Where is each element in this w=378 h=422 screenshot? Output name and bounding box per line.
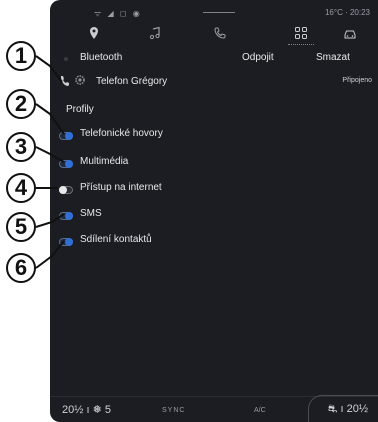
callout-3: 3	[6, 132, 36, 162]
callout-5: 5	[6, 212, 36, 242]
paired-device-row[interactable]: Telefon Grégory Připojeno	[50, 72, 378, 92]
tab-apps[interactable]	[291, 24, 311, 42]
music-note-icon	[149, 26, 160, 40]
sync-button[interactable]: SYNC	[162, 407, 185, 414]
ac-button[interactable]: A/C	[254, 407, 266, 414]
profiles-heading: Profily	[66, 104, 94, 115]
callout-2: 2	[6, 89, 36, 119]
status-divider	[203, 12, 235, 13]
profile-sms-row[interactable]: SMS	[50, 204, 378, 224]
callout-4: 4	[6, 173, 36, 203]
sms-toggle[interactable]	[59, 212, 73, 220]
media-toggle[interactable]	[59, 160, 73, 168]
right-temperature[interactable]: ⛐ ı 20½	[328, 403, 368, 417]
callout-6: 6	[6, 253, 36, 283]
toggle-knob	[65, 212, 73, 220]
profile-label: Přístup na internet	[80, 182, 162, 193]
contacts-toggle[interactable]	[59, 238, 73, 246]
bluetooth-indicator	[64, 57, 68, 61]
infotainment-screen: ᯤ ◢ ◻ ◉ 16°C · 20:23 Bluetooth Odpojit S…	[50, 0, 378, 422]
internet-toggle[interactable]	[59, 186, 73, 194]
delete-button[interactable]: Smazat	[316, 52, 350, 66]
apps-grid-icon	[295, 27, 307, 39]
profile-label: SMS	[80, 208, 102, 219]
tab-navigation[interactable]	[84, 24, 104, 42]
bluetooth-label: Bluetooth	[80, 52, 123, 63]
calls-toggle[interactable]	[59, 132, 73, 140]
profile-internet-row[interactable]: Přístup na internet	[50, 178, 378, 198]
profile-label: Telefonické hovory	[80, 128, 163, 139]
location-pin-icon	[90, 27, 98, 39]
profile-label: Sdílení kontaktů	[80, 234, 152, 245]
car-icon	[344, 30, 356, 39]
connection-status: Připojeno	[342, 77, 372, 84]
active-tab-indicator	[288, 44, 314, 45]
profile-contacts-row[interactable]: Sdílení kontaktů	[50, 230, 378, 250]
tab-media[interactable]	[145, 24, 165, 42]
climate-bar: 20½ ı ❅ 5 SYNC A/C ⛐ ı 20½	[50, 395, 378, 422]
tab-vehicle[interactable]	[340, 24, 360, 42]
toggle-knob	[65, 238, 73, 246]
phone-icon	[61, 76, 69, 86]
toggle-knob	[59, 186, 67, 194]
phone-icon	[214, 27, 226, 39]
left-temperature[interactable]: 20½ ı ❅ 5	[62, 403, 111, 416]
callout-1: 1	[6, 41, 36, 71]
gear-icon[interactable]	[74, 74, 86, 86]
status-icons: ᯤ ◢ ◻ ◉	[94, 9, 142, 18]
device-name: Telefon Grégory	[96, 76, 168, 87]
toggle-knob	[65, 132, 73, 140]
profile-media-row[interactable]: Multimédia	[50, 152, 378, 172]
tab-phone[interactable]	[210, 24, 230, 42]
profile-calls-row[interactable]: Telefonické hovory	[50, 124, 378, 144]
disconnect-button[interactable]: Odpojit	[242, 52, 274, 66]
status-bar: ᯤ ◢ ◻ ◉ 16°C · 20:23	[50, 0, 378, 22]
tab-bar	[50, 22, 378, 44]
profile-label: Multimédia	[80, 156, 129, 167]
toggle-knob	[65, 160, 73, 168]
temperature-clock: 16°C · 20:23	[324, 8, 370, 17]
